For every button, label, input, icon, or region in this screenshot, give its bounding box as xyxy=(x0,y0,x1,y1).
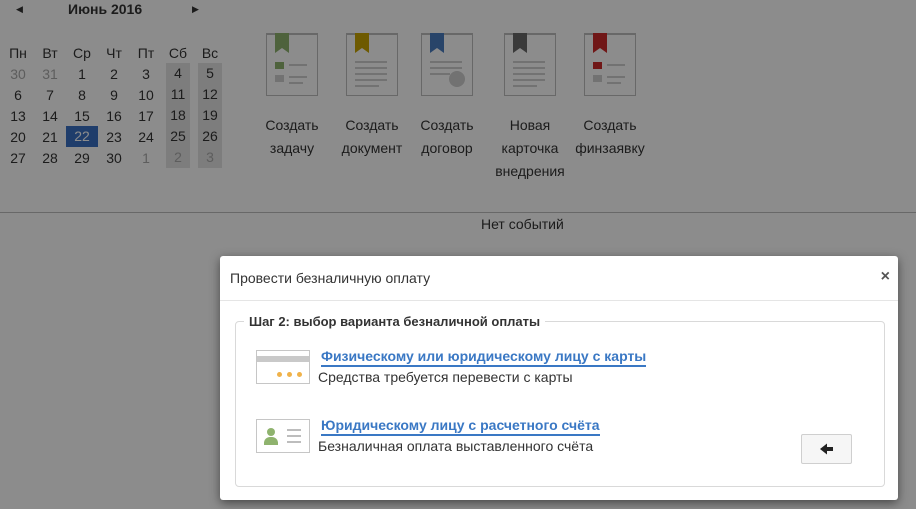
bank-card-icon xyxy=(256,350,310,384)
payment-modal: Провести безналичную оплату × Шаг 2: выб… xyxy=(220,256,898,500)
account-payment-desc: Безналичная оплата выставленного счёта xyxy=(318,438,594,454)
card-payment-link[interactable]: Физическому или юридическому лицу с карт… xyxy=(321,347,647,367)
step-title: Шаг 2: выбор варианта безналичной оплаты xyxy=(244,314,546,329)
arrow-left-icon xyxy=(820,443,833,455)
payment-step-fieldset: Шаг 2: выбор варианта безналичной оплаты… xyxy=(235,314,885,487)
option-card-payment[interactable]: Физическому или юридическому лицу с карт… xyxy=(256,347,856,400)
modal-title: Провести безналичную оплату xyxy=(230,270,431,286)
account-payment-link[interactable]: Юридическому лицу с расчетного счёта xyxy=(321,416,600,436)
modal-header: Провести безналичную оплату × xyxy=(220,256,898,301)
account-card-icon xyxy=(256,419,310,453)
card-payment-desc: Средства требуется перевести с карты xyxy=(318,369,573,385)
option-account-payment[interactable]: Юридическому лицу с расчетного счёта Без… xyxy=(256,416,856,469)
close-icon[interactable]: × xyxy=(881,269,890,285)
back-button[interactable] xyxy=(801,434,852,464)
